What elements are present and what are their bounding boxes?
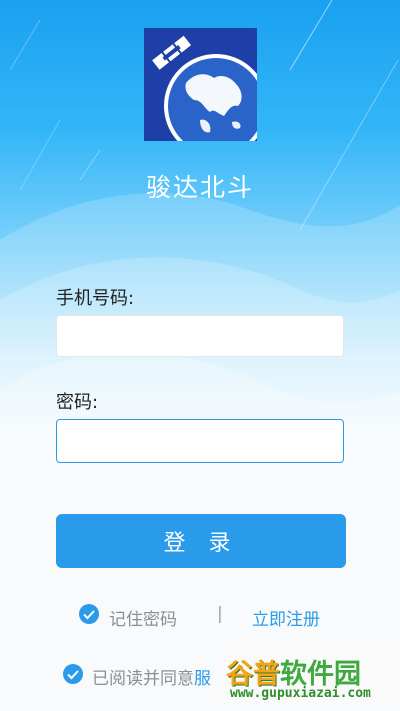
divider: |	[217, 604, 223, 624]
globe-satellite-icon	[144, 28, 257, 141]
agreement-link[interactable]: 服	[194, 669, 211, 689]
remember-password-label[interactable]: 记住密码	[109, 605, 177, 630]
password-input[interactable]	[56, 419, 344, 463]
remember-checkbox[interactable]	[79, 604, 99, 624]
agreement-text: 已阅读并同意服	[92, 664, 211, 689]
password-label: 密码:	[56, 392, 99, 413]
register-link[interactable]: 立即注册	[252, 605, 320, 630]
app-logo	[144, 28, 257, 141]
check-icon	[67, 670, 79, 680]
login-button[interactable]: 登 录	[56, 514, 346, 568]
phone-input[interactable]	[56, 315, 344, 357]
check-icon	[83, 610, 95, 620]
app-title: 骏达北斗	[145, 173, 254, 202]
phone-label: 手机号码:	[56, 288, 135, 309]
agreement-checkbox[interactable]	[63, 664, 83, 684]
watermark: 谷普软件园 www.gupuxiazai.com	[222, 652, 394, 704]
watermark-url: www.gupuxiazai.com	[230, 686, 371, 701]
agreement-prefix: 已阅读并同意	[92, 669, 194, 689]
